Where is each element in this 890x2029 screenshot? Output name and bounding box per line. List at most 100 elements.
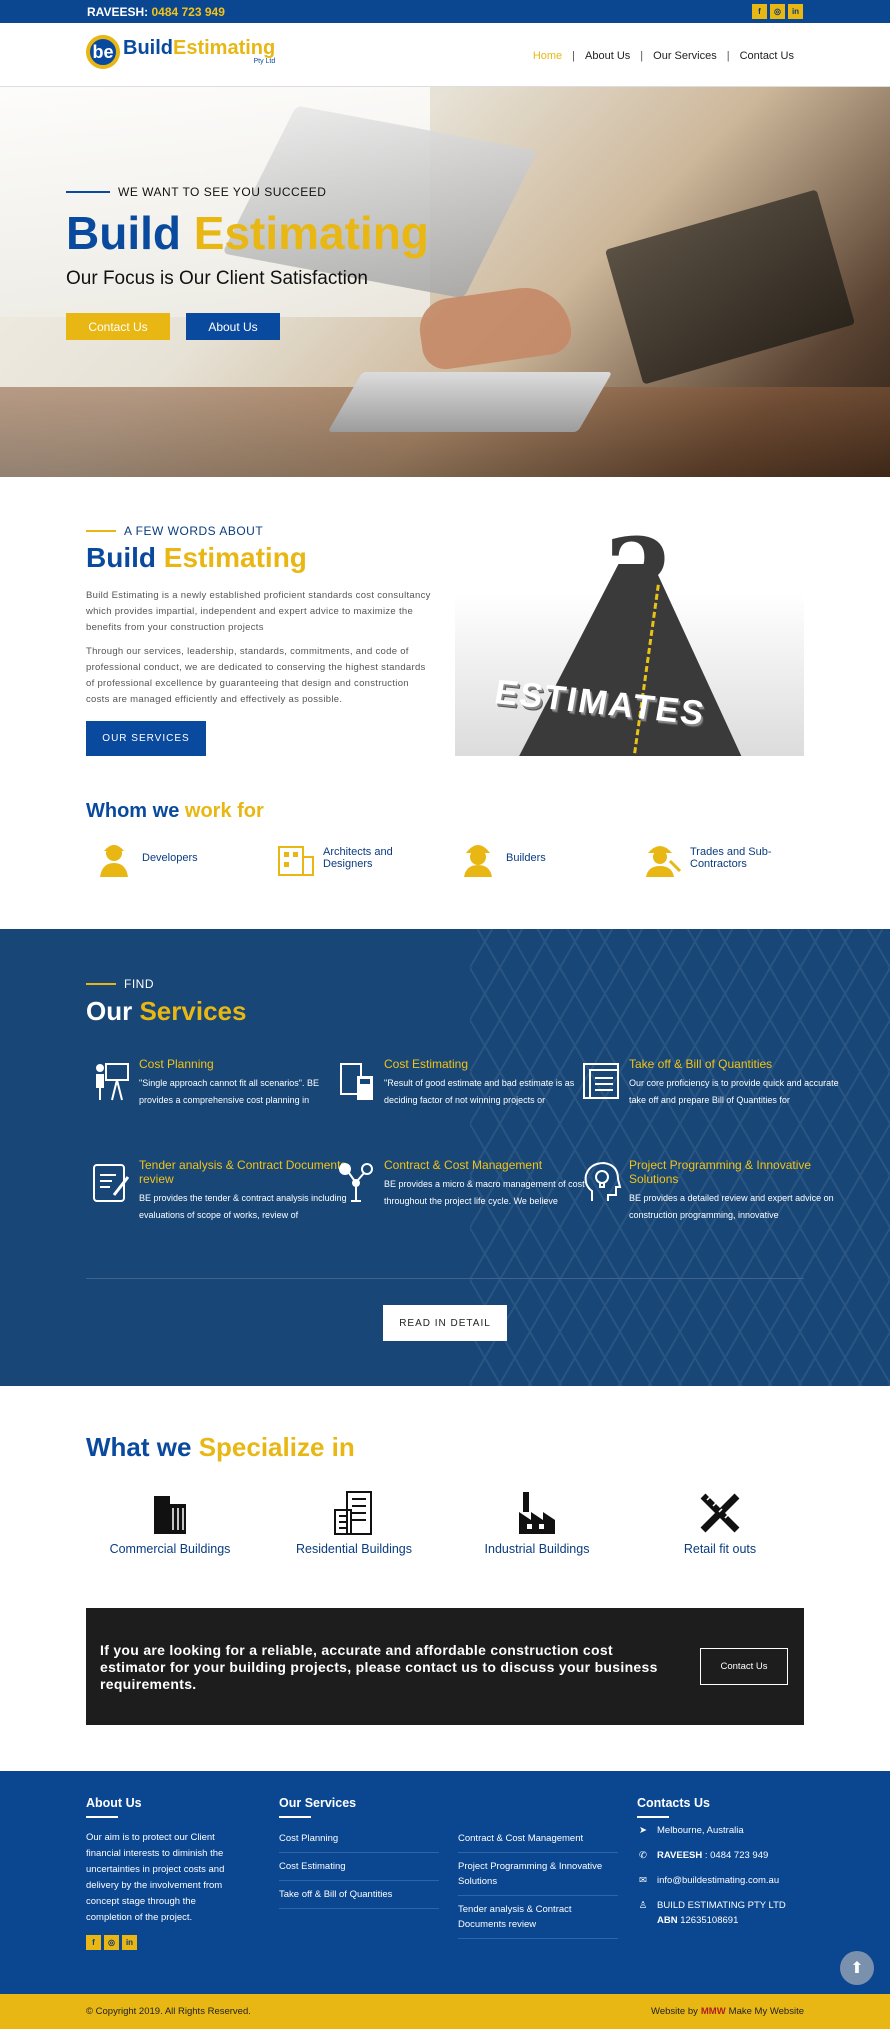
footer-services-col1: Cost Planning Cost Estimating Take off &… bbox=[279, 1825, 439, 1909]
specialize-commercial[interactable]: Commercial Buildings bbox=[80, 1484, 260, 1556]
footer-about-text: Our aim is to protect our Client financi… bbox=[86, 1832, 225, 1923]
footer-contacts-heading: Contacts Us bbox=[637, 1796, 710, 1818]
footer-phone[interactable]: ✆ RAVEESH : 0484 723 949 bbox=[637, 1848, 768, 1863]
service-cost-planning[interactable]: Cost Planning "Single approach cannot fit… bbox=[139, 1057, 354, 1109]
footer-company: ♙ BUILD ESTIMATING PTY LTD ABN 12635108691 bbox=[638, 1900, 786, 1926]
hero-contact-button[interactable]: Contact Us bbox=[66, 313, 170, 340]
service-contract-cost[interactable]: Contract & Cost Management BE provides a … bbox=[384, 1158, 599, 1210]
location-arrow-icon: ➤ bbox=[639, 1825, 647, 1836]
hero-hand bbox=[415, 281, 575, 373]
footer-facebook-icon[interactable]: f bbox=[86, 1935, 101, 1950]
hero-subtitle: Our Focus is Our Client Satisfaction bbox=[66, 268, 368, 289]
mmw-logo: MMW bbox=[700, 2006, 726, 2017]
services-title: Our Services bbox=[86, 996, 247, 1026]
architect-icon bbox=[275, 838, 315, 878]
footer-services-heading: Our Services bbox=[279, 1796, 356, 1818]
footer-link[interactable]: Cost Estimating bbox=[279, 1853, 439, 1881]
footer-link[interactable]: Cost Planning bbox=[279, 1825, 439, 1853]
footer-link[interactable]: Take off & Bill of Quantities bbox=[279, 1881, 439, 1909]
footer-link[interactable]: Project Programming & Innovative Solutio… bbox=[458, 1853, 618, 1896]
footer-services-col2: Contract & Cost Management Project Progr… bbox=[458, 1825, 618, 1939]
nav-contact[interactable]: Contact Us bbox=[730, 50, 804, 62]
facebook-icon[interactable]: f bbox=[752, 4, 767, 19]
footer-location: ➤ Melbourne, Australia bbox=[637, 1823, 744, 1838]
main-nav: Home | About Us | Our Services | Contact Us bbox=[523, 50, 804, 62]
nav-services[interactable]: Our Services bbox=[643, 50, 727, 62]
our-services-button[interactable]: OUR SERVICES bbox=[86, 721, 206, 756]
lightbulb-head-icon bbox=[582, 1161, 622, 1205]
services-divider bbox=[86, 1278, 804, 1279]
top-phone[interactable]: RAVEESH: 0484 723 949 bbox=[87, 5, 225, 19]
specialize-industrial[interactable]: Industrial Buildings bbox=[447, 1484, 627, 1556]
logo-estimating: Estimating bbox=[173, 37, 276, 59]
whom-trades: Trades and Sub-Contractors bbox=[642, 838, 776, 878]
whom-developers: Developers bbox=[94, 838, 198, 878]
estimates-image: ? ESTIMATES bbox=[455, 524, 804, 756]
logo-build: Build bbox=[123, 37, 173, 59]
top-bar: RAVEESH: 0484 723 949 f ◎ in bbox=[0, 0, 890, 23]
site-header: be BuildEstimating Pty Ltd Home | About U… bbox=[0, 23, 890, 87]
read-in-detail-button[interactable]: READ IN DETAIL bbox=[383, 1305, 507, 1341]
about-paragraph-1: Build Estimating is a newly established … bbox=[86, 590, 431, 633]
whom-builders: Builders bbox=[458, 838, 546, 878]
user-icon: ♙ bbox=[638, 1900, 648, 1911]
specialize-retail[interactable]: Retail fit outs bbox=[630, 1484, 810, 1556]
footer-about-heading: About Us bbox=[86, 1796, 142, 1818]
calculator-icon bbox=[337, 1060, 377, 1104]
service-cost-estimating[interactable]: Cost Estimating "Result of good estimate … bbox=[384, 1057, 599, 1109]
cost-management-icon bbox=[337, 1161, 377, 1205]
site-footer: About Us Our aim is to protect our Clien… bbox=[0, 1771, 890, 1994]
linkedin-icon[interactable]: in bbox=[788, 4, 803, 19]
footer-link[interactable]: Contract & Cost Management bbox=[458, 1825, 618, 1853]
service-tender-analysis[interactable]: Tender analysis & Contract Documents rev… bbox=[139, 1158, 354, 1224]
hero-laptop-keyboard bbox=[327, 372, 613, 432]
service-takeoff[interactable]: Take off & Bill of Quantities Our core pr… bbox=[629, 1057, 844, 1109]
copyright-text: © Copyright 2019. All Rights Reserved. bbox=[86, 2006, 251, 2017]
footer-linkedin-icon[interactable]: in bbox=[122, 1935, 137, 1950]
about-tagline: A FEW WORDS ABOUT bbox=[86, 524, 263, 538]
scroll-to-top-button[interactable]: ⬆ bbox=[840, 1951, 874, 1985]
commercial-building-icon bbox=[80, 1484, 260, 1536]
service-programming[interactable]: Project Programming & Innovative Solutio… bbox=[629, 1158, 844, 1224]
copyright-bar: © Copyright 2019. All Rights Reserved. W… bbox=[0, 1994, 890, 2029]
whom-architects: Architects and Designers bbox=[275, 838, 403, 878]
about-paragraph-2: Through our services, leadership, standa… bbox=[86, 646, 426, 705]
arrow-up-icon: ⬆ bbox=[850, 1960, 864, 1977]
trades-icon bbox=[642, 838, 682, 878]
logo-sub: Pty Ltd bbox=[253, 58, 276, 65]
cta-contact-button[interactable]: Contact Us bbox=[700, 1648, 788, 1685]
presentation-icon bbox=[92, 1060, 132, 1104]
site-logo[interactable]: be BuildEstimating Pty Ltd bbox=[86, 35, 275, 69]
logo-mark: be bbox=[86, 35, 120, 69]
hero-title: Build Estimating bbox=[66, 207, 429, 259]
nav-about[interactable]: About Us bbox=[575, 50, 640, 62]
specialize-residential[interactable]: Residential Buildings bbox=[264, 1484, 444, 1556]
question-mark: ? bbox=[605, 524, 670, 643]
specialize-title: What we Specialize in bbox=[86, 1432, 355, 1462]
hero-tagline: WE WANT TO SEE YOU SUCCEED bbox=[66, 185, 326, 199]
developer-icon bbox=[94, 838, 134, 878]
about-title: Build Estimating bbox=[86, 542, 307, 573]
hero-book bbox=[604, 189, 856, 385]
document-list-icon bbox=[582, 1060, 622, 1104]
pencil-ruler-icon bbox=[630, 1484, 810, 1536]
cta-text: If you are looking for a reliable, accur… bbox=[100, 1642, 658, 1692]
services-section: FIND Our Services Cost Planning "Single a… bbox=[0, 929, 890, 1386]
nav-home[interactable]: Home bbox=[523, 50, 572, 62]
website-credit[interactable]: Website by MMW Make My Website bbox=[651, 2006, 804, 2017]
whom-title: Whom we work for bbox=[86, 800, 264, 822]
footer-instagram-icon[interactable]: ◎ bbox=[104, 1935, 119, 1950]
social-links: f ◎ in bbox=[752, 4, 803, 19]
footer-email[interactable]: ✉ info@buildestimating.com.au bbox=[637, 1873, 779, 1888]
instagram-icon[interactable]: ◎ bbox=[770, 4, 785, 19]
factory-icon bbox=[447, 1484, 627, 1536]
builder-icon bbox=[458, 838, 498, 878]
footer-link[interactable]: Tender analysis & Contract Documents rev… bbox=[458, 1896, 618, 1939]
mail-icon: ✉ bbox=[639, 1875, 647, 1886]
hero-about-button[interactable]: About Us bbox=[186, 313, 280, 340]
document-edit-icon bbox=[92, 1161, 132, 1205]
residential-building-icon bbox=[264, 1484, 444, 1536]
cta-box: If you are looking for a reliable, accur… bbox=[86, 1608, 804, 1725]
phone-icon: ✆ bbox=[639, 1850, 647, 1861]
services-tagline: FIND bbox=[86, 977, 154, 991]
